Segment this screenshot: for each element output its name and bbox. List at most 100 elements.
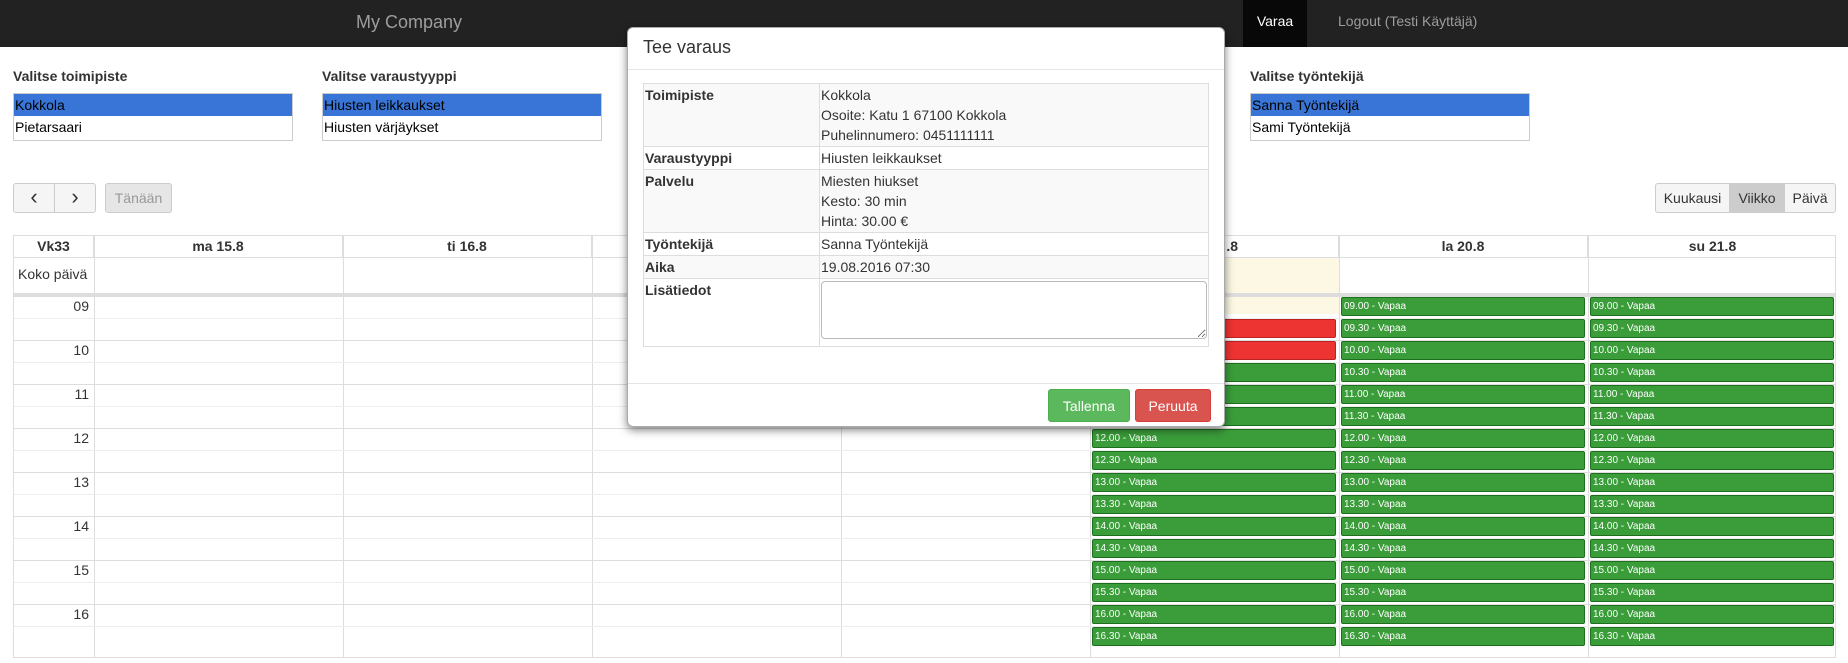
free-slot[interactable]: 13.00 - Vapaa (1092, 473, 1336, 492)
view-month-button[interactable]: Kuukausi (1655, 183, 1730, 213)
view-week-button[interactable]: Viikko (1729, 183, 1785, 213)
free-slot[interactable]: 16.00 - Vapaa (1341, 605, 1585, 624)
tyontekija-option[interactable]: Sami Työntekijä (1251, 116, 1529, 138)
day-header: su 21.8 (1688, 238, 1737, 254)
free-slot[interactable]: 13.00 - Vapaa (1341, 473, 1585, 492)
location-phone: Puhelinnumero: 0451111111 (821, 127, 995, 143)
varaustyyppi-label: Valitse varaustyyppi (322, 68, 457, 84)
service-duration: Kesto: 30 min (821, 193, 907, 209)
hour-label: 15 (73, 562, 89, 578)
column-divider (343, 236, 344, 657)
toimipiste-option[interactable]: Pietarsaari (14, 116, 292, 138)
day-header: la 20.8 (1339, 236, 1588, 257)
free-slot[interactable]: 14.30 - Vapaa (1092, 539, 1336, 558)
free-slot[interactable]: 12.30 - Vapaa (1590, 451, 1834, 470)
location-name: Kokkola (821, 87, 871, 103)
free-slot[interactable]: 09.30 - Vapaa (1341, 319, 1585, 338)
free-slot[interactable]: 12.00 - Vapaa (1341, 429, 1585, 448)
free-slot[interactable]: 13.30 - Vapaa (1341, 495, 1585, 514)
free-slot[interactable]: 11.30 - Vapaa (1341, 407, 1585, 426)
free-slot[interactable]: 14.00 - Vapaa (1341, 517, 1585, 536)
free-slot[interactable]: 14.00 - Vapaa (1590, 517, 1834, 536)
hour-label: 14 (73, 518, 89, 534)
booking-modal: Tee varaus Toimipiste Kokkola Osoite: Ka… (627, 27, 1225, 427)
free-slot[interactable]: 12.30 - Vapaa (1092, 451, 1336, 470)
free-slot[interactable]: 10.30 - Vapaa (1590, 363, 1834, 382)
varaustyyppi-select[interactable]: Hiusten leikkaukset Hiusten värjäykset (322, 93, 602, 141)
tyontekija-option[interactable]: Sanna Työntekijä (1251, 94, 1529, 116)
week-number: Vk33 (14, 236, 94, 257)
free-slot[interactable]: 09.00 - Vapaa (1341, 297, 1585, 316)
free-slot[interactable]: 12.00 - Vapaa (1092, 429, 1336, 448)
free-slot[interactable]: 15.00 - Vapaa (1341, 561, 1585, 580)
day-header: ma 15.8 (94, 236, 343, 257)
free-slot[interactable]: 15.30 - Vapaa (1092, 583, 1336, 602)
free-slot[interactable]: 11.00 - Vapaa (1590, 385, 1834, 404)
free-slot[interactable]: 13.30 - Vapaa (1590, 495, 1834, 514)
toimipiste-option[interactable]: Kokkola (14, 94, 292, 116)
save-button[interactable]: Tallenna (1048, 389, 1130, 422)
toimipiste-select[interactable]: Kokkola Pietarsaari (13, 93, 293, 141)
free-slot[interactable]: 13.00 - Vapaa (1590, 473, 1834, 492)
cancel-button[interactable]: Peruuta (1135, 389, 1211, 422)
hour-label: 16 (73, 606, 89, 622)
free-slot[interactable]: 15.30 - Vapaa (1590, 583, 1834, 602)
brand-link[interactable]: My Company (356, 12, 462, 33)
hour-label: 11 (74, 386, 89, 402)
tyontekija-select[interactable]: Sanna Työntekijä Sami Työntekijä (1250, 93, 1530, 141)
booking-details-table: Toimipiste Kokkola Osoite: Katu 1 67100 … (643, 83, 1209, 347)
free-slot[interactable]: 16.00 - Vapaa (1092, 605, 1336, 624)
palvelu-value: Miesten hiukset Kesto: 30 min Hinta: 30.… (819, 169, 1209, 233)
free-slot[interactable]: 15.00 - Vapaa (1590, 561, 1834, 580)
column-divider (94, 236, 95, 657)
free-slot[interactable]: 14.30 - Vapaa (1590, 539, 1834, 558)
next-button[interactable]: › (54, 183, 96, 213)
varaustyyppi-option[interactable]: Hiusten leikkaukset (323, 94, 601, 116)
free-slot[interactable]: 16.30 - Vapaa (1341, 627, 1585, 646)
free-slot[interactable]: 14.30 - Vapaa (1341, 539, 1585, 558)
free-slot[interactable]: 11.30 - Vapaa (1590, 407, 1834, 426)
tyontekija-key: Työntekijä (643, 232, 820, 256)
column-divider (1588, 236, 1589, 657)
day-header: ti 16.8 (343, 236, 592, 257)
hour-label: 10 (73, 342, 89, 358)
column-divider (592, 236, 593, 657)
toimipiste-label: Valitse toimipiste (13, 68, 128, 84)
free-slot[interactable]: 10.00 - Vapaa (1590, 341, 1834, 360)
column-divider (1339, 236, 1340, 657)
free-slot[interactable]: 10.30 - Vapaa (1341, 363, 1585, 382)
nav-varaa-link[interactable]: Varaa (1243, 0, 1307, 47)
varaustyyppi-option[interactable]: Hiusten värjäykset (323, 116, 601, 138)
hour-label: 13 (73, 474, 89, 490)
lisatiedot-cell (819, 278, 1209, 347)
today-button[interactable]: Tänään (105, 183, 172, 213)
free-slot[interactable]: 11.00 - Vapaa (1341, 385, 1585, 404)
service-name: Miesten hiukset (821, 173, 919, 189)
free-slot[interactable]: 10.00 - Vapaa (1341, 341, 1585, 360)
varaustyyppi-key: Varaustyyppi (643, 146, 820, 170)
allday-label: Koko päivä (18, 266, 88, 282)
lisatiedot-key: Lisätiedot (643, 278, 820, 347)
free-slot[interactable]: 16.30 - Vapaa (1590, 627, 1834, 646)
hour-label: 12 (73, 430, 89, 446)
toimipiste-value: Kokkola Osoite: Katu 1 67100 Kokkola Puh… (819, 83, 1209, 147)
prev-button[interactable]: ‹ (13, 183, 55, 213)
toimipiste-key: Toimipiste (643, 83, 820, 147)
free-slot[interactable]: 09.00 - Vapaa (1590, 297, 1834, 316)
aika-value: 19.08.2016 07:30 (819, 255, 1209, 279)
free-slot[interactable]: 15.00 - Vapaa (1092, 561, 1336, 580)
free-slot[interactable]: 09.30 - Vapaa (1590, 319, 1834, 338)
free-slot[interactable]: 12.30 - Vapaa (1341, 451, 1585, 470)
free-slot[interactable]: 16.30 - Vapaa (1092, 627, 1336, 646)
aika-key: Aika (643, 255, 820, 279)
nav-logout-link[interactable]: Logout (Testi Käyttäjä) (1338, 0, 1477, 47)
modal-title: Tee varaus (643, 37, 732, 57)
free-slot[interactable]: 14.00 - Vapaa (1092, 517, 1336, 536)
free-slot[interactable]: 16.00 - Vapaa (1590, 605, 1834, 624)
free-slot[interactable]: 13.30 - Vapaa (1092, 495, 1336, 514)
view-day-button[interactable]: Päivä (1784, 183, 1836, 213)
free-slot[interactable]: 15.30 - Vapaa (1341, 583, 1585, 602)
lisatiedot-textarea[interactable] (821, 281, 1207, 339)
varaustyyppi-value: Hiusten leikkaukset (819, 146, 1209, 170)
free-slot[interactable]: 12.00 - Vapaa (1590, 429, 1834, 448)
